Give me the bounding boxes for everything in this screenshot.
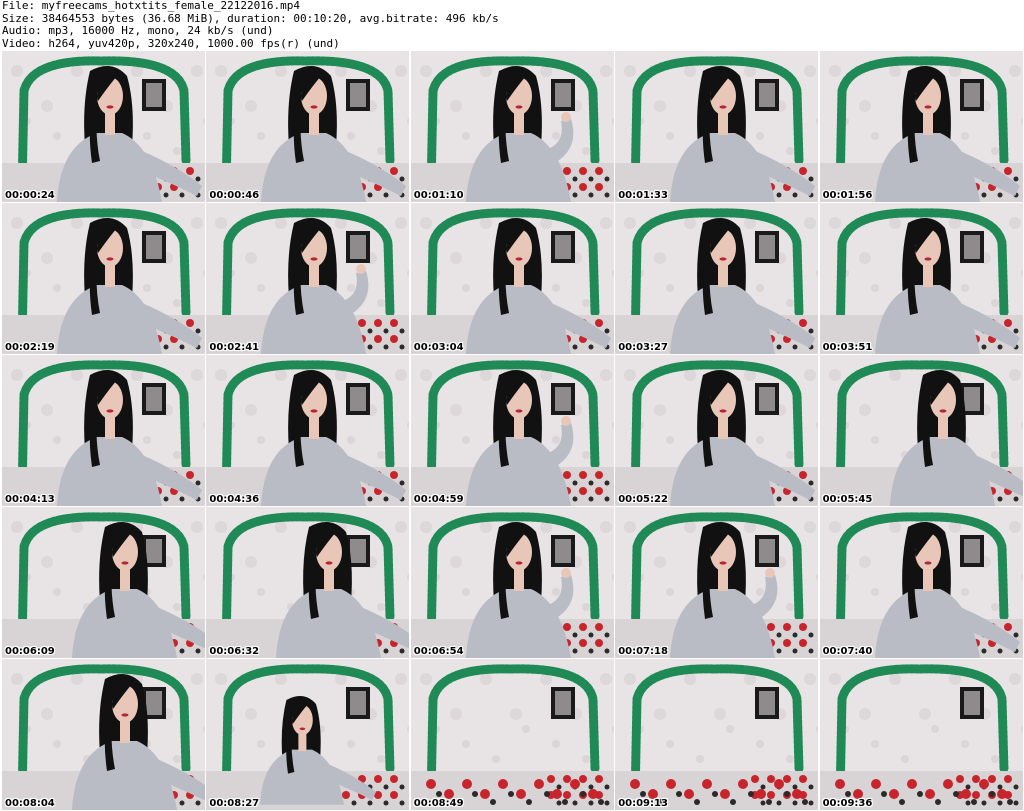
video-thumbnail: 00:08:49 <box>410 659 614 810</box>
thumbnail-timestamp: 00:08:27 <box>209 798 260 809</box>
thumbnail-timestamp: 00:04:36 <box>209 494 260 505</box>
thumbnail-timestamp: 00:02:19 <box>5 342 55 353</box>
thumbnail-frame-image <box>206 355 410 506</box>
thumbnail-timestamp: 00:06:09 <box>5 646 55 657</box>
file-info-header: File: myfreecams_hotxtits_female_2212201… <box>2 0 1022 50</box>
video-thumbnail: 00:07:18 <box>615 507 819 658</box>
thumbnail-grid: 00:00:24 00:00:46 00:01:10 00:01:33 00:01:56… <box>0 51 1024 811</box>
thumbnail-timestamp: 00:03:04 <box>413 342 464 353</box>
thumbnail-timestamp: 00:06:32 <box>209 646 260 657</box>
thumbnail-frame-image <box>819 355 1023 506</box>
thumbnail-timestamp: 00:01:33 <box>618 190 668 201</box>
video-thumbnail: 00:08:04 <box>2 659 205 810</box>
thumbnail-timestamp: 00:05:45 <box>822 494 873 505</box>
video-thumbnail: 00:09:13 <box>615 659 819 810</box>
thumbnail-timestamp: 00:06:54 <box>413 646 464 657</box>
thumbnail-timestamp: 00:00:46 <box>209 190 260 201</box>
thumbnail-frame-image <box>2 507 205 658</box>
thumbnail-frame-image <box>819 203 1023 354</box>
video-thumbnail: 00:05:22 <box>615 355 819 506</box>
thumbnail-timestamp: 00:09:13 <box>618 798 668 809</box>
thumbnail-frame-image <box>819 659 1023 810</box>
video-thumbnail: 00:07:40 <box>819 507 1023 658</box>
thumbnail-frame-image <box>2 203 205 354</box>
video-info-line: Video: h264, yuv420p, 320x240, 1000.00 f… <box>2 36 340 50</box>
thumbnail-frame-image <box>2 51 205 202</box>
thumbnail-timestamp: 00:08:04 <box>5 798 55 809</box>
thumbnail-timestamp: 00:09:36 <box>822 798 873 809</box>
thumbnail-timestamp: 00:03:51 <box>822 342 873 353</box>
thumbnail-frame-image <box>410 659 614 810</box>
video-thumbnail: 00:03:51 <box>819 203 1023 354</box>
video-thumbnail: 00:04:36 <box>206 355 410 506</box>
video-thumbnail: 00:06:09 <box>2 507 205 658</box>
thumbnail-frame-image <box>206 659 410 810</box>
thumbnail-frame-image <box>615 203 819 354</box>
thumbnail-frame-image <box>615 355 819 506</box>
video-thumbnail: 00:05:45 <box>819 355 1023 506</box>
thumbnail-frame-image <box>410 507 614 658</box>
video-thumbnail: 00:03:27 <box>615 203 819 354</box>
thumbnail-timestamp: 00:01:10 <box>413 190 464 201</box>
video-thumbnail: 00:09:36 <box>819 659 1023 810</box>
thumbnail-timestamp: 00:03:27 <box>618 342 668 353</box>
thumbnail-timestamp: 00:08:49 <box>413 798 464 809</box>
thumbnail-timestamp: 00:07:40 <box>822 646 873 657</box>
video-thumbnail: 00:03:04 <box>410 203 614 354</box>
file-name-line: File: myfreecams_hotxtits_female_2212201… <box>2 0 301 12</box>
thumbnail-timestamp: 00:02:41 <box>209 342 260 353</box>
thumbnail-frame-image <box>615 51 819 202</box>
thumbnail-frame-image <box>206 203 410 354</box>
contact-sheet: File: myfreecams_hotxtits_female_2212201… <box>0 0 1024 811</box>
thumbnail-frame-image <box>410 355 614 506</box>
video-thumbnail: 00:01:10 <box>410 51 614 202</box>
thumbnail-frame-image <box>615 659 819 810</box>
thumbnail-timestamp: 00:04:13 <box>5 494 55 505</box>
thumbnail-frame-image <box>2 659 205 810</box>
video-thumbnail: 00:02:19 <box>2 203 205 354</box>
video-thumbnail: 00:02:41 <box>206 203 410 354</box>
video-thumbnail: 00:04:59 <box>410 355 614 506</box>
video-thumbnail: 00:08:27 <box>206 659 410 810</box>
thumbnail-frame-image <box>819 51 1023 202</box>
thumbnail-frame-image <box>206 51 410 202</box>
thumbnail-frame-image <box>2 355 205 506</box>
thumbnail-timestamp: 00:07:18 <box>618 646 668 657</box>
video-thumbnail: 00:00:46 <box>206 51 410 202</box>
thumbnail-timestamp: 00:05:22 <box>618 494 668 505</box>
thumbnail-frame-image <box>410 51 614 202</box>
audio-info-line: Audio: mp3, 16000 Hz, mono, 24 kb/s (und… <box>2 24 274 37</box>
video-thumbnail: 00:00:24 <box>2 51 205 202</box>
thumbnail-frame-image <box>819 507 1023 658</box>
thumbnail-frame-image <box>615 507 819 658</box>
video-thumbnail: 00:01:33 <box>615 51 819 202</box>
video-thumbnail: 00:06:54 <box>410 507 614 658</box>
thumbnail-timestamp: 00:04:59 <box>413 494 464 505</box>
thumbnail-timestamp: 00:01:56 <box>822 190 873 201</box>
video-thumbnail: 00:04:13 <box>2 355 205 506</box>
video-thumbnail: 00:01:56 <box>819 51 1023 202</box>
thumbnail-frame-image <box>206 507 410 658</box>
video-thumbnail: 00:06:32 <box>206 507 410 658</box>
thumbnail-timestamp: 00:00:24 <box>5 190 55 201</box>
thumbnail-frame-image <box>410 203 614 354</box>
